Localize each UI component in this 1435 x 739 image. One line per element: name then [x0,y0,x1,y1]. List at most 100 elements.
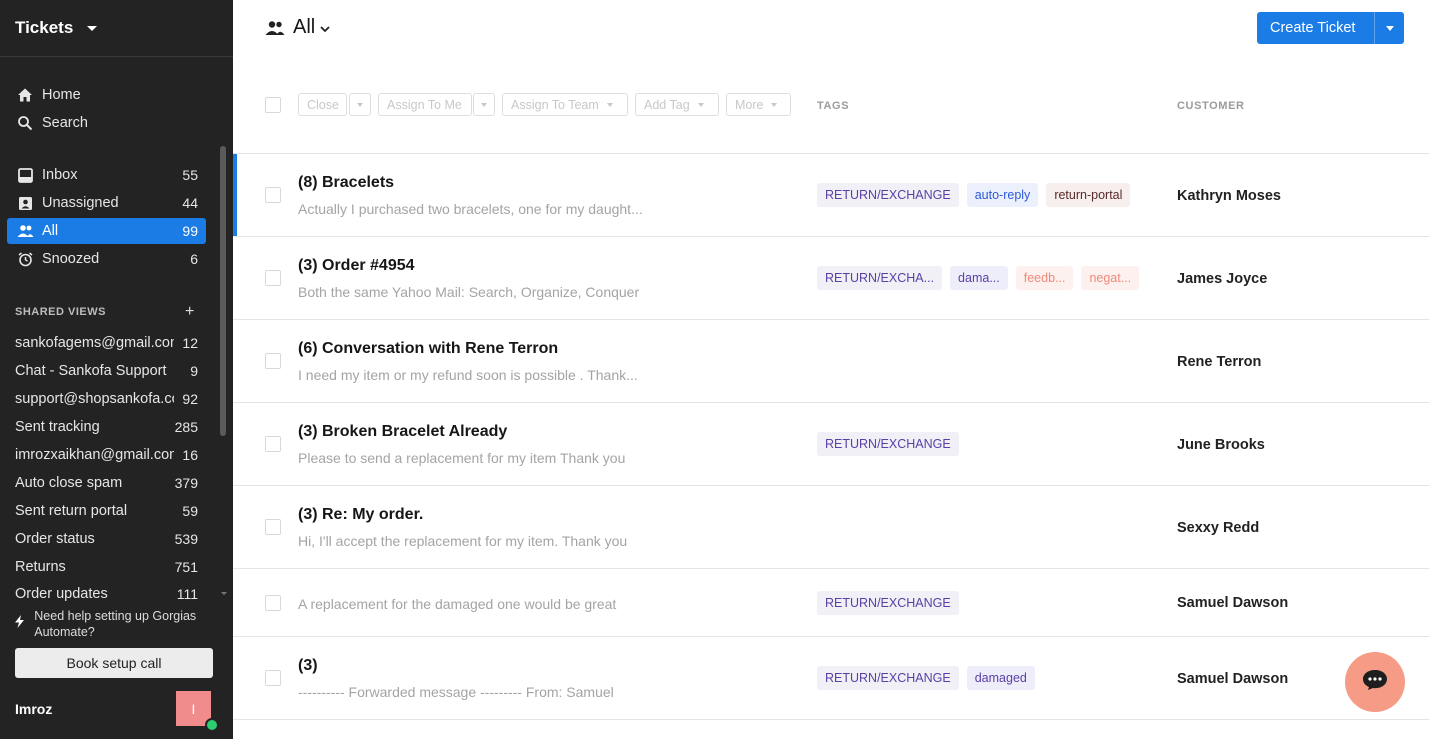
sidebar-header[interactable]: Tickets [0,0,233,57]
tag-badge[interactable]: negat... [1081,266,1140,290]
tag-badge[interactable]: RETURN/EXCHANGE [817,183,959,207]
shared-view-count: 379 [174,475,198,491]
assign-dropdown[interactable] [473,93,495,116]
view-all[interactable]: All 99 [7,218,206,244]
shared-view-item[interactable]: Order status 539 [15,527,198,551]
shared-view-item[interactable]: sankofagems@gmail.com 12 [15,331,198,355]
row-checkbox[interactable] [265,270,281,286]
tag-badge[interactable]: RETURN/EXCHA... [817,266,943,290]
select-all-checkbox[interactable] [265,97,281,113]
shared-view-label: imrozxaikhan@gmail.com [15,447,175,463]
close-button[interactable]: Close [298,93,347,116]
scroll-down-icon[interactable] [221,592,227,595]
shared-view-count: 111 [176,586,198,602]
tag-badge[interactable]: RETURN/EXCHANGE [817,591,959,615]
automate-help-text: Need help setting up Gorgias Automate? [34,609,197,639]
row-checkbox[interactable] [265,353,281,369]
shared-view-item[interactable]: imrozxaikhan@gmail.com 16 [15,443,198,467]
row-checkbox[interactable] [265,670,281,686]
view-inbox[interactable]: Inbox 55 [7,162,206,188]
tags-column-header[interactable]: TAGS [817,100,849,112]
ticket-tags: RETURN/EXCHANGE [817,591,959,615]
shared-view-item[interactable]: Order updates 111 [15,583,198,605]
ticket-preview: Actually I purchased two bracelets, one … [298,201,643,217]
ticket-preview: I need my item or my refund soon is poss… [298,367,638,383]
shared-view-item[interactable]: Sent return portal 59 [15,499,198,523]
shared-view-count: 16 [182,447,198,463]
more-button[interactable]: More [726,93,791,116]
table-row[interactable]: (8) Bracelets Actually I purchased two b… [233,154,1429,237]
ticket-subject: (3) Re: My order. [298,506,424,523]
ticket-preview: A replacement for the damaged one would … [298,596,617,612]
shared-view-count: 12 [182,335,198,351]
row-checkbox[interactable] [265,519,281,535]
table-row[interactable]: (6) Conversation with Rene Terron I need… [233,320,1429,403]
tag-badge[interactable]: damaged [966,666,1035,690]
shared-view-label: Order updates [15,586,108,602]
tag-badge[interactable]: return-portal [1046,183,1131,207]
table-row[interactable]: (3) Order #4954 Both the same Yahoo Mail… [233,237,1429,320]
view-snoozed-label: Snoozed [42,251,100,267]
unassigned-icon [16,194,34,212]
home-icon [16,86,34,104]
view-title[interactable]: All [265,16,330,39]
ticket-customer[interactable]: Rene Terron [1177,354,1261,370]
ticket-subject: (3) Order #4954 [298,257,415,274]
chat-widget-button[interactable] [1345,652,1405,712]
more-label: More [735,97,764,112]
shared-view-item[interactable]: Returns 751 [15,555,198,579]
view-all-count: 99 [182,223,198,239]
customer-column-header[interactable]: CUSTOMER [1177,100,1245,112]
users-icon [16,222,34,240]
add-tag-button[interactable]: Add Tag [635,93,719,116]
nav-home[interactable]: Home [7,82,206,108]
ticket-preview: Both the same Yahoo Mail: Search, Organi… [298,284,640,300]
table-row[interactable]: A replacement for the damaged one would … [233,569,1429,637]
tag-badge[interactable]: feedb... [1015,266,1074,290]
nav-search[interactable]: Search [7,110,206,136]
alarm-clock-icon [16,250,34,268]
row-checkbox[interactable] [265,187,281,203]
ticket-preview: Hi, I'll accept the replacement for my i… [298,533,628,549]
sidebar-scrollbar[interactable] [220,146,226,436]
ticket-customer[interactable]: James Joyce [1177,271,1267,287]
shared-view-label: sankofagems@gmail.com [15,335,175,351]
row-checkbox[interactable] [265,436,281,452]
ticket-customer[interactable]: Kathryn Moses [1177,188,1281,204]
table-row[interactable]: (3) Broken Bracelet Already Please to se… [233,403,1429,486]
shared-view-item[interactable]: Chat - Sankofa Support 9 [15,359,198,383]
add-shared-view-button[interactable]: + [185,303,194,321]
view-snoozed[interactable]: Snoozed 6 [7,246,206,272]
automate-help[interactable]: Need help setting up Gorgias Automate? [15,608,215,640]
ticket-customer[interactable]: Sexxy Redd [1177,520,1259,536]
shared-view-label: Sent tracking [15,419,100,435]
shared-view-count: 285 [174,419,198,435]
shared-view-item[interactable]: Auto close spam 379 [15,471,198,495]
nav-home-label: Home [42,87,81,103]
user-name: Imroz [15,701,53,717]
view-unassigned[interactable]: Unassigned 44 [7,190,206,216]
shared-view-item[interactable]: Sent tracking 285 [15,415,198,439]
view-snoozed-count: 6 [190,251,198,267]
table-row[interactable]: (3) Re: My order. Hi, I'll accept the re… [233,486,1429,569]
shared-view-item[interactable]: support@shopsankofa.com 92 [15,387,198,411]
assign-to-me-button[interactable]: Assign To Me [378,93,472,116]
row-checkbox[interactable] [265,595,281,611]
ticket-subject: (8) Bracelets [298,174,395,191]
tag-badge[interactable]: auto-reply [966,183,1039,207]
close-dropdown[interactable] [349,93,371,116]
view-title-label: All [293,16,316,38]
ticket-customer[interactable]: Samuel Dawson [1177,671,1288,687]
assign-to-team-button[interactable]: Assign To Team [502,93,628,116]
view-inbox-label: Inbox [42,167,78,183]
ticket-customer[interactable]: Samuel Dawson [1177,595,1288,611]
add-tag-label: Add Tag [644,97,690,112]
create-ticket-dropdown[interactable] [1375,25,1404,31]
table-row[interactable]: (3) ---------- Forwarded message -------… [233,637,1429,720]
tag-badge[interactable]: RETURN/EXCHANGE [817,432,959,456]
tag-badge[interactable]: dama... [950,266,1008,290]
ticket-customer[interactable]: June Brooks [1177,437,1265,453]
create-ticket-button[interactable]: Create Ticket [1257,12,1404,44]
book-setup-call-button[interactable]: Book setup call [15,648,213,678]
tag-badge[interactable]: RETURN/EXCHANGE [817,666,959,690]
